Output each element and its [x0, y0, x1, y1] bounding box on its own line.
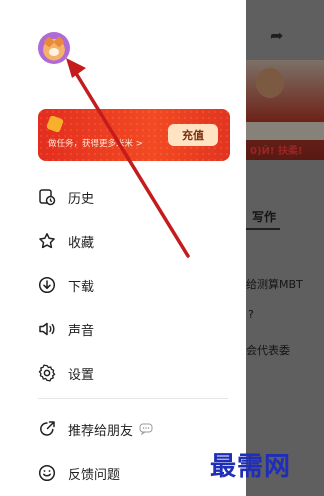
- menu-label: 设置: [68, 367, 95, 383]
- recharge-button[interactable]: 充值: [168, 124, 218, 146]
- menu-label: 收藏: [68, 235, 95, 251]
- star-icon: [38, 232, 56, 250]
- menu-item-feedback[interactable]: 反馈问题: [38, 458, 120, 488]
- gear-icon: [38, 364, 56, 382]
- chat-bubble-icon: [139, 420, 153, 439]
- side-drawer: 做任务，获得更多米米 > 充值 历史 收藏 下载 声音 设置 推荐给朋友 反馈问…: [0, 0, 246, 496]
- promo-text: 做任务，获得更多米米 >: [48, 139, 143, 149]
- menu-item-recommend[interactable]: 推荐给朋友: [38, 414, 153, 444]
- background-app: ➦ 0)Ӣ! 扶柔! 写作 给测算MBT ? 会代表委: [246, 0, 324, 496]
- menu-label: 反馈问题: [68, 467, 121, 483]
- promo-banner[interactable]: 做任务，获得更多米米 > 充值: [38, 109, 230, 161]
- menu-label: 下载: [68, 279, 95, 295]
- speaker-icon: [38, 320, 56, 338]
- menu-label: 历史: [68, 191, 95, 207]
- history-icon: [38, 188, 56, 206]
- menu-divider: [38, 398, 228, 399]
- menu-item-settings[interactable]: 设置: [38, 358, 94, 388]
- download-icon: [38, 276, 56, 294]
- menu-label: 声音: [68, 323, 95, 339]
- menu-item-history[interactable]: 历史: [38, 182, 94, 212]
- menu-label: 推荐给朋友: [68, 423, 134, 439]
- watermark: 最需网: [210, 452, 292, 482]
- menu-item-download[interactable]: 下载: [38, 270, 94, 300]
- share-icon: [38, 420, 56, 438]
- menu-item-favorites[interactable]: 收藏: [38, 226, 94, 256]
- avatar[interactable]: [38, 32, 70, 64]
- feedback-icon: [38, 464, 56, 482]
- menu-item-sound[interactable]: 声音: [38, 314, 94, 344]
